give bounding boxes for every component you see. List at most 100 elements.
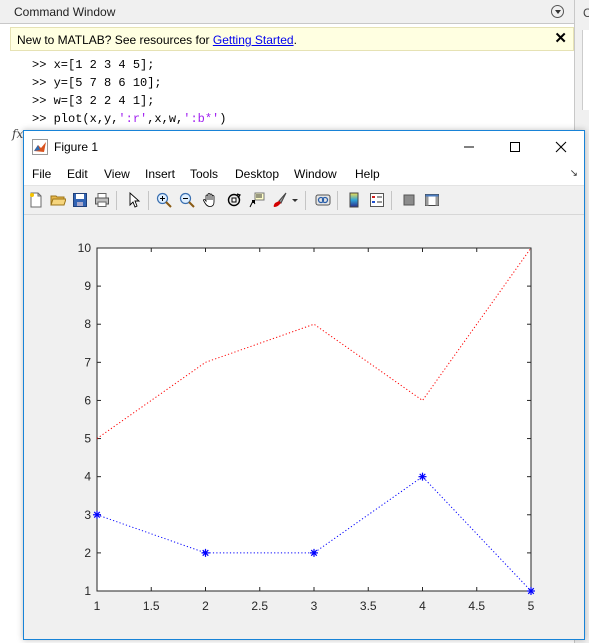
toolbar-separator	[148, 191, 149, 210]
show-plot-tools-icon[interactable]	[423, 191, 441, 209]
menu-window[interactable]: Window	[294, 167, 337, 181]
x-tick-labels: 1 1.5 2 2.5 3 3.5 4 4.5 5	[94, 599, 535, 613]
toolbar-separator	[391, 191, 392, 210]
axes-box	[96, 247, 532, 592]
command-text: w=[3 2 2 4 1];	[53, 94, 155, 108]
toolbar-separator	[305, 191, 306, 210]
brush-dropdown-icon[interactable]	[290, 191, 300, 209]
notice-suffix: .	[293, 33, 297, 47]
series-marker-point	[201, 548, 210, 557]
insert-legend-icon[interactable]	[368, 191, 386, 209]
brush-icon[interactable]	[271, 191, 289, 209]
console-line: >> y=[5 7 8 6 10];	[32, 74, 226, 92]
x-tick-label: 3	[311, 599, 318, 613]
menu-insert[interactable]: Insert	[145, 167, 175, 181]
y-tick-label: 7	[84, 355, 91, 369]
link-plot-icon[interactable]	[314, 191, 332, 209]
y-tick-labels: 1 2 3 4 5 6 7 8 9 10	[78, 241, 92, 598]
figure-window: Figure 1 File Edit View Insert Tools Des…	[23, 130, 585, 640]
x-tick-label: 1	[94, 599, 101, 613]
minimize-button[interactable]	[446, 131, 492, 162]
y-tick-label: 2	[84, 546, 91, 560]
zoom-in-icon[interactable]	[155, 191, 173, 209]
command-text: plot(x,y,	[53, 112, 119, 126]
insert-colorbar-icon[interactable]	[345, 191, 363, 209]
console-line: >> plot(x,y,':r',x,w,':b*')	[32, 110, 226, 128]
menu-desktop[interactable]: Desktop	[235, 167, 279, 181]
y-tick-label: 6	[84, 393, 91, 407]
y-tick-label: 3	[84, 508, 91, 522]
minimize-icon	[464, 146, 474, 147]
x-tick-label: 2	[202, 599, 209, 613]
undock-arrow-icon[interactable]: ↘	[570, 168, 578, 179]
x-tick-label: 4	[419, 599, 426, 613]
adjacent-panel-label: C	[583, 6, 589, 20]
prompt: >>	[32, 58, 54, 72]
rotate-3d-icon[interactable]	[225, 191, 243, 209]
figure-toolbar	[24, 185, 584, 215]
console-line: >> w=[3 2 2 4 1];	[32, 92, 226, 110]
select-arrow-icon[interactable]	[125, 191, 143, 209]
print-icon[interactable]	[93, 191, 111, 209]
command-text: x=[1 2 3 4 5];	[53, 58, 155, 72]
x-tick-label: 3.5	[360, 599, 377, 613]
y-tick-label: 5	[84, 432, 91, 446]
figure-menu-bar: File Edit View Insert Tools Desktop Wind…	[24, 162, 584, 185]
save-icon[interactable]	[71, 191, 89, 209]
pan-hand-icon[interactable]	[201, 191, 219, 209]
series-marker-point	[418, 472, 427, 481]
command-text: )	[219, 112, 227, 126]
command-text: y=[5 7 8 6 10];	[53, 76, 162, 90]
close-notice-icon[interactable]: ✕	[554, 29, 567, 47]
prompt: >>	[32, 112, 54, 126]
x-tick-label: 2.5	[251, 599, 268, 613]
figure-title: Figure 1	[54, 140, 99, 154]
line-plot[interactable]: 1 1.5 2 2.5 3 3.5 4 4.5 5 1 2 3 4 5 6 7 8 9 10	[24, 215, 584, 639]
y-tick-label: 8	[84, 317, 91, 331]
getting-started-link[interactable]: Getting Started	[213, 33, 294, 47]
console-line: >> x=[1 2 3 4 5];	[32, 56, 226, 74]
menu-file[interactable]: File	[32, 167, 51, 181]
hide-plot-tools-icon[interactable]	[400, 191, 418, 209]
command-text: ,x,w,	[147, 112, 184, 126]
toolbar-separator	[337, 191, 338, 210]
y-tick-label: 4	[84, 470, 91, 484]
new-figure-icon[interactable]	[27, 191, 45, 209]
console-output[interactable]: >> x=[1 2 3 4 5]; >> y=[5 7 8 6 10]; >> …	[32, 56, 226, 128]
close-icon	[555, 141, 567, 152]
function-browser-icon[interactable]: fx	[12, 127, 23, 141]
toolbar-separator	[116, 191, 117, 210]
open-file-icon[interactable]	[49, 191, 67, 209]
command-window-header: Command Window	[0, 0, 574, 24]
zoom-out-icon[interactable]	[178, 191, 196, 209]
notice-text: New to MATLAB? See resources for	[17, 33, 213, 47]
panel-actions-chevron-icon[interactable]	[551, 5, 564, 18]
y-tick-label: 1	[84, 584, 91, 598]
close-window-button[interactable]	[538, 131, 584, 162]
y-tick-label: 9	[84, 279, 91, 293]
prompt: >>	[32, 76, 54, 90]
menu-tools[interactable]: Tools	[190, 167, 218, 181]
y-tick-label: 10	[78, 241, 92, 255]
menu-help[interactable]: Help	[355, 167, 380, 181]
series-marker-point	[310, 548, 318, 557]
x-tick-label: 4.5	[468, 599, 485, 613]
command-window-title: Command Window	[14, 5, 116, 19]
maximize-icon	[510, 141, 520, 152]
x-tick-label: 5	[528, 599, 535, 613]
matlab-logo-icon	[32, 139, 48, 155]
maximize-button[interactable]	[492, 131, 538, 162]
data-cursor-icon[interactable]	[248, 191, 266, 209]
figure-title-bar[interactable]: Figure 1	[24, 131, 584, 162]
x-tick-label: 1.5	[143, 599, 160, 613]
menu-view[interactable]: View	[104, 167, 130, 181]
string-literal: ':b*'	[183, 112, 220, 126]
prompt: >>	[32, 94, 54, 108]
figure-canvas[interactable]: 1 1.5 2 2.5 3 3.5 4 4.5 5 1 2 3 4 5 6 7 8 9 10	[24, 215, 584, 639]
series-marker-point	[93, 510, 101, 519]
menu-edit[interactable]: Edit	[67, 167, 88, 181]
series-marker-point	[527, 587, 535, 595]
new-user-notice: New to MATLAB? See resources for Getting…	[10, 27, 574, 51]
adjacent-panel-content	[582, 30, 589, 110]
string-literal: ':r'	[118, 112, 148, 126]
